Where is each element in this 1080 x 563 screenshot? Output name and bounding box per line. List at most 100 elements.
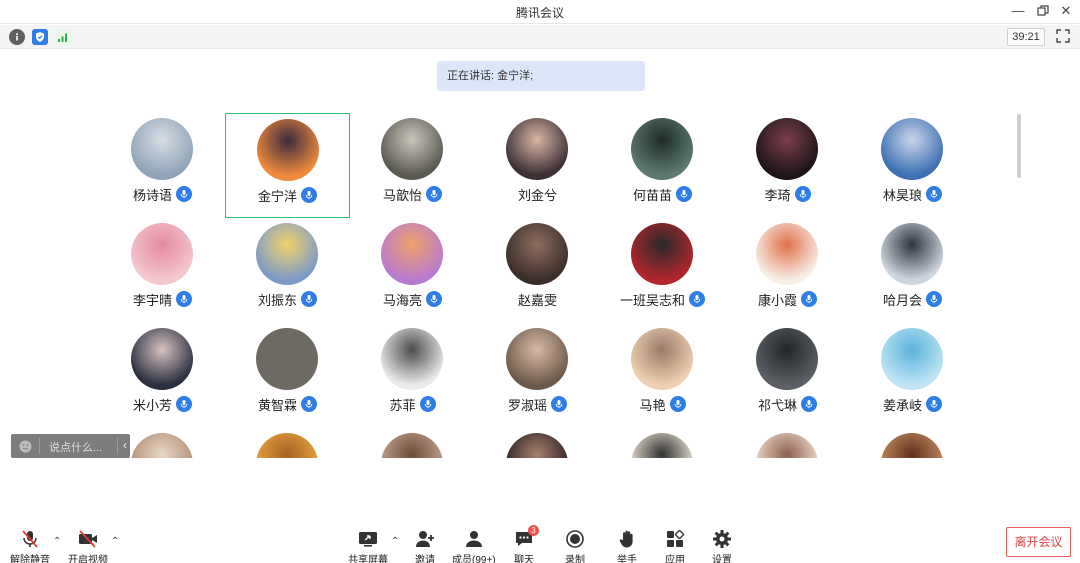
participant-name-line: 林昊琅	[850, 185, 975, 203]
start-video-button[interactable]: 开启视频	[68, 529, 108, 563]
participant-tile[interactable]: 一班吴志和	[600, 218, 725, 323]
participant-name: 李宇晴	[132, 292, 172, 308]
participant-name: 康小霞	[757, 292, 797, 308]
speaking-indicator: 正在讲话: 金宁洋;	[437, 61, 645, 91]
participant-tile[interactable]: 杨诗语	[100, 113, 225, 218]
collapse-chevron-icon[interactable]: ‹	[123, 438, 127, 452]
participant-tile[interactable]: 林昊琅	[850, 113, 975, 218]
participant-tile[interactable]: 金宁洋	[225, 113, 350, 218]
unmute-label: 解除静音	[10, 555, 50, 563]
participant-name: 马海亮	[382, 292, 422, 308]
bottom-toolbar: 解除静音 ⌃ 开启视频 ⌃ 共享屏幕 ⌃ 邀请 成员(99+) 3 聊天 录制 …	[0, 522, 1080, 563]
participant-tile[interactable]: 马歆怡	[350, 113, 475, 218]
avatar	[631, 433, 693, 458]
chat-quick-input[interactable]: 说点什么... ‹	[11, 434, 130, 458]
record-label: 录制	[565, 555, 585, 563]
avatar	[131, 433, 193, 458]
participant-name-line: 金宁洋	[226, 186, 349, 204]
participant-name: 哈月会	[882, 292, 922, 308]
participant-tile[interactable]: 祁弋琳	[725, 323, 850, 428]
mic-icon	[551, 396, 567, 412]
mic-icon	[176, 291, 192, 307]
participant-name: 一班吴志和	[619, 292, 685, 308]
avatar	[257, 119, 319, 181]
participant-name-line: 杨诗语	[100, 185, 225, 203]
settings-button[interactable]: 设置	[711, 529, 733, 563]
participant-tile[interactable]: 李琦	[725, 113, 850, 218]
chat-label: 聊天	[514, 555, 534, 563]
avatar	[506, 328, 568, 390]
mic-icon	[801, 291, 817, 307]
mic-icon	[176, 186, 192, 202]
minimize-icon[interactable]: —	[1010, 3, 1026, 18]
avatar	[256, 328, 318, 390]
mic-icon	[926, 186, 942, 202]
participant-tile[interactable]: 哈月会	[850, 218, 975, 323]
participant-name: 刘振东	[257, 292, 297, 308]
fullscreen-icon[interactable]	[1055, 28, 1073, 46]
participant-tile[interactable]: 马海亮	[350, 218, 475, 323]
grid-scrollbar[interactable]	[1017, 114, 1021, 178]
participant-tile[interactable]: 黄智霖	[225, 323, 350, 428]
participant-tile[interactable]: 刘金兮	[475, 113, 600, 218]
invite-icon	[416, 531, 434, 547]
title-bar: 腾讯会议 — ✕	[0, 0, 1080, 24]
restore-icon[interactable]	[1035, 3, 1051, 20]
avatar	[756, 433, 818, 458]
share-screen-button[interactable]: 共享屏幕	[348, 529, 388, 563]
leave-meeting-button[interactable]: 离开会议	[1006, 527, 1071, 557]
chat-placeholder: 说点什么...	[49, 442, 103, 454]
speaking-label: 正在讲话:	[447, 70, 495, 82]
mic-icon	[426, 186, 442, 202]
mic-icon	[676, 186, 692, 202]
participant-tile[interactable]: 李宇晴	[100, 218, 225, 323]
emoji-icon[interactable]	[19, 440, 32, 453]
apps-button[interactable]: 应用	[664, 529, 686, 563]
participant-tile[interactable]: 何苗苗	[600, 113, 725, 218]
participant-name-line: 黄智霖	[225, 395, 350, 413]
mic-icon	[794, 186, 811, 202]
participant-name-line: 康小霞	[725, 290, 850, 308]
unmute-button[interactable]: 解除静音	[10, 529, 50, 563]
members-button[interactable]: 成员(99+)	[452, 529, 496, 563]
avatar	[881, 328, 943, 390]
video-options-chevron-icon[interactable]: ⌃	[111, 536, 119, 547]
participant-name: 刘金兮	[517, 187, 557, 203]
raise-hand-label: 举手	[617, 555, 637, 563]
avatar	[131, 223, 193, 285]
mic-icon	[426, 291, 442, 307]
participant-tile[interactable]: 苏菲	[350, 323, 475, 428]
shield-icon[interactable]	[32, 29, 48, 45]
chat-button[interactable]: 3 聊天	[513, 525, 539, 563]
camera-off-icon	[79, 530, 97, 548]
avatar	[506, 223, 568, 285]
start-video-label: 开启视频	[68, 555, 108, 563]
participant-tile[interactable]: 马艳	[600, 323, 725, 428]
participant-name-line: 何苗苗	[600, 185, 725, 203]
participant-tile[interactable]: 姜承岐	[850, 323, 975, 428]
signal-icon[interactable]	[55, 29, 71, 45]
avatar	[381, 118, 443, 180]
audio-options-chevron-icon[interactable]: ⌃	[53, 536, 61, 547]
participant-name: 金宁洋	[257, 188, 297, 204]
close-icon[interactable]: ✕	[1058, 3, 1074, 19]
avatar	[131, 328, 193, 390]
participant-tile[interactable]: 米小芳	[100, 323, 225, 428]
avatar	[631, 118, 693, 180]
invite-button[interactable]: 邀请	[414, 529, 436, 563]
participant-tile[interactable]: 康小霞	[725, 218, 850, 323]
raise-hand-button[interactable]: 举手	[616, 529, 638, 563]
mic-icon	[926, 396, 942, 412]
avatar	[506, 433, 568, 458]
info-icon[interactable]	[9, 29, 25, 45]
participant-tile[interactable]: 刘振东	[225, 218, 350, 323]
meeting-timer: 39:21	[1007, 28, 1045, 46]
participant-name-line: 李琦	[725, 185, 850, 203]
participant-tile[interactable]: 罗淑瑶	[475, 323, 600, 428]
window-title: 腾讯会议	[515, 6, 564, 20]
record-button[interactable]: 录制	[564, 529, 586, 563]
share-options-chevron-icon[interactable]: ⌃	[391, 536, 399, 547]
participant-tile[interactable]: 赵嘉雯	[475, 218, 600, 323]
participant-name: 马艳	[639, 397, 666, 413]
participant-name-line: 一班吴志和	[600, 290, 725, 308]
